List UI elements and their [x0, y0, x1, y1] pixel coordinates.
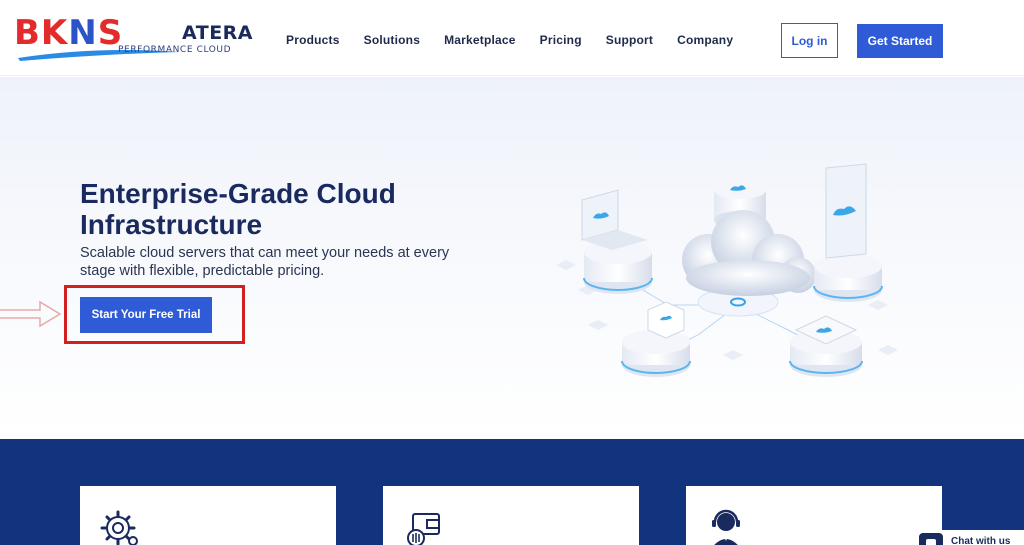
feature-card-2[interactable] — [383, 486, 639, 545]
arrow-right-icon — [0, 300, 62, 328]
login-button[interactable]: Log in — [781, 23, 838, 58]
site-header: BKNS ATERA PERFORMANCE CLOUD Products So… — [0, 0, 1024, 76]
nav-marketplace[interactable]: Marketplace — [444, 33, 516, 47]
main-nav: Products Solutions Marketplace Pricing S… — [286, 33, 757, 47]
nav-products[interactable]: Products — [286, 33, 340, 47]
feature-card-3[interactable] — [686, 486, 942, 545]
logo-mark: BKNS — [14, 13, 124, 53]
get-started-button[interactable]: Get Started — [857, 24, 943, 58]
support-agent-icon — [712, 509, 740, 545]
feature-card-1[interactable] — [80, 486, 336, 545]
start-free-trial-button[interactable]: Start Your Free Trial — [80, 297, 212, 333]
hero-subtitle: Scalable cloud servers that can meet you… — [80, 245, 450, 279]
nav-company[interactable]: Company — [677, 33, 733, 47]
nav-solutions[interactable]: Solutions — [364, 33, 420, 47]
nav-pricing[interactable]: Pricing — [540, 33, 582, 47]
gear-icon — [100, 510, 138, 545]
nav-support[interactable]: Support — [606, 33, 653, 47]
chat-label: Chat with us — [951, 536, 1011, 545]
brand-tagline: PERFORMANCE CLOUD — [118, 45, 232, 55]
chat-bubble-icon — [919, 533, 943, 545]
chat-widget[interactable]: Chat with us — [915, 530, 1024, 545]
cloud-infrastructure-illustration — [556, 163, 898, 377]
hero-title: Enterprise-Grade Cloud Infrastructure — [80, 178, 396, 240]
brand-wordmark: ATERA — [182, 22, 254, 44]
wallet-icon — [407, 513, 440, 545]
